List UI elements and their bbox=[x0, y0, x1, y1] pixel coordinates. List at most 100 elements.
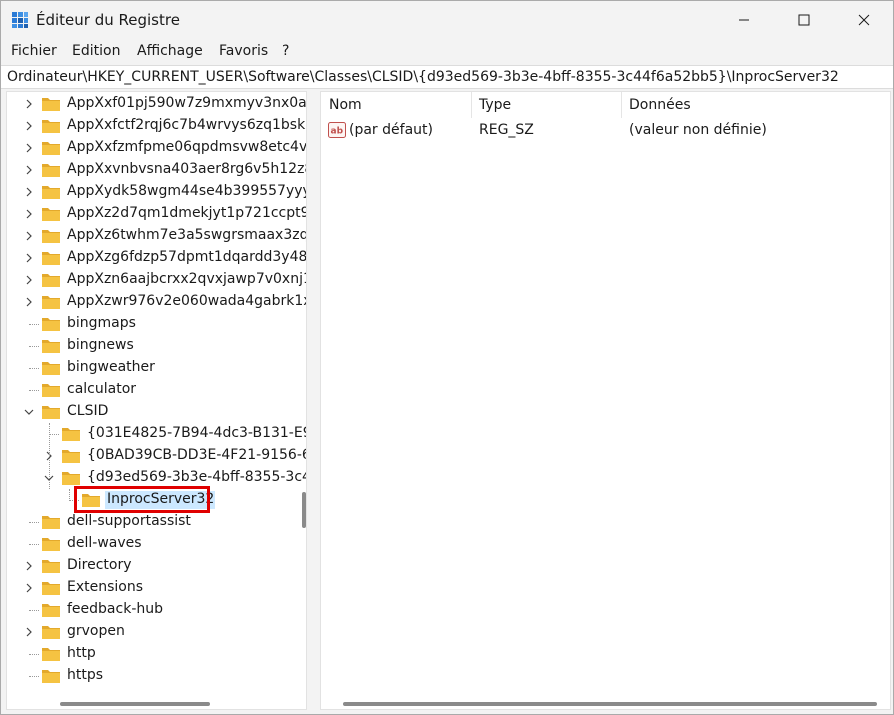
chevron-right-icon[interactable] bbox=[23, 164, 35, 176]
tree-item[interactable]: AppXzg6fdzp57dpmt1dqardd3y48 bbox=[7, 247, 306, 269]
tree-item[interactable]: AppXxf01pj590w7z9mxmyv3nx0a9 bbox=[7, 93, 306, 115]
tree-item[interactable]: Extensions bbox=[7, 577, 297, 599]
key-tree-pane[interactable]: AppXxf01pj590w7z9mxmyv3nx0a9 AppXxfctf2rq… bbox=[6, 91, 307, 710]
tree-item[interactable]: calculator bbox=[7, 379, 297, 401]
folder-icon bbox=[42, 186, 60, 199]
tree-item[interactable]: CLSID bbox=[7, 401, 297, 423]
column-header-type-label: Type bbox=[479, 97, 512, 113]
folder-icon bbox=[42, 164, 60, 177]
chevron-right-icon[interactable] bbox=[23, 582, 35, 594]
tree-item[interactable]: AppXzn6aajbcrxx2qvxjawp7v0xnj1 bbox=[7, 269, 306, 291]
tree-item-label: AppXzn6aajbcrxx2qvxjawp7v0xnj1 bbox=[67, 271, 307, 287]
tree-item[interactable]: AppXxvnbvsna403aer8rg6v5h12z8 bbox=[7, 159, 306, 181]
chevron-right-icon[interactable] bbox=[23, 274, 35, 286]
window-title: Éditeur du Registre bbox=[36, 11, 180, 29]
tree-connector bbox=[29, 346, 39, 347]
tree-item[interactable]: {0BAD39CB-DD3E-4F21-9156-6 bbox=[7, 445, 306, 467]
address-bar[interactable]: Ordinateur\HKEY_CURRENT_USER\Software\Cl… bbox=[1, 65, 893, 89]
tree-item-label: Extensions bbox=[67, 579, 144, 595]
tree-item-label: {0BAD39CB-DD3E-4F21-9156-6 bbox=[87, 447, 307, 463]
tree-item[interactable]: AppXxfctf2rqj6c7b4wrvys6zq1bskp bbox=[7, 115, 306, 137]
menu-affichage[interactable]: Affichage bbox=[137, 43, 203, 59]
tree-item[interactable]: feedback-hub bbox=[7, 599, 297, 621]
chevron-down-icon[interactable] bbox=[23, 406, 35, 418]
tree-item-label: AppXzwr976v2e060wada4gabrk1x bbox=[67, 293, 307, 309]
tree-connector bbox=[29, 368, 39, 369]
tree-item[interactable]: bingweather bbox=[7, 357, 297, 379]
folder-icon bbox=[42, 98, 60, 111]
tree-connector bbox=[69, 489, 70, 501]
tree-item[interactable]: bingnews bbox=[7, 335, 297, 357]
minimize-button[interactable] bbox=[721, 1, 767, 39]
chevron-right-icon[interactable] bbox=[23, 626, 35, 638]
tree-connector bbox=[29, 676, 39, 677]
tree-item[interactable]: AppXydk58wgm44se4b399557yyyj bbox=[7, 181, 306, 203]
selected-key-highlight bbox=[74, 486, 210, 513]
tree-connector bbox=[29, 324, 39, 325]
menu-favoris[interactable]: Favoris bbox=[219, 43, 268, 59]
tree-item[interactable]: grvopen bbox=[7, 621, 297, 643]
folder-icon bbox=[42, 340, 60, 353]
tree-horizontal-scrollbar[interactable] bbox=[60, 702, 210, 706]
tree-item[interactable]: dell-waves bbox=[7, 533, 297, 555]
folder-icon bbox=[42, 604, 60, 617]
tree-connector bbox=[29, 610, 39, 611]
chevron-right-icon[interactable] bbox=[23, 208, 35, 220]
tree-item-label: https bbox=[67, 667, 104, 683]
tree-item-label: AppXzg6fdzp57dpmt1dqardd3y48 bbox=[67, 249, 307, 265]
column-header-data[interactable]: Données bbox=[621, 92, 881, 118]
tree-item-label: AppXz6twhm7e3a5swgrsmaax3zq bbox=[67, 227, 307, 243]
tree-connector bbox=[29, 390, 39, 391]
minimize-icon bbox=[739, 19, 749, 21]
tree-item[interactable]: AppXz6twhm7e3a5swgrsmaax3zq bbox=[7, 225, 306, 247]
folder-icon bbox=[42, 560, 60, 573]
folder-icon bbox=[42, 516, 60, 529]
tree-vertical-scrollbar[interactable] bbox=[302, 492, 306, 528]
chevron-right-icon[interactable] bbox=[23, 98, 35, 110]
chevron-right-icon[interactable] bbox=[23, 252, 35, 264]
tree-item-label: AppXxvnbvsna403aer8rg6v5h12z8 bbox=[67, 161, 307, 177]
tree-item-label: bingweather bbox=[67, 359, 155, 375]
chevron-right-icon[interactable] bbox=[23, 296, 35, 308]
folder-icon bbox=[42, 252, 60, 265]
folder-icon bbox=[42, 318, 60, 331]
tree-connector bbox=[29, 522, 39, 523]
close-icon bbox=[858, 14, 870, 26]
menu-fichier[interactable]: Fichier bbox=[11, 43, 57, 59]
tree-item-label: feedback-hub bbox=[67, 601, 163, 617]
tree-item[interactable]: dell-supportassist bbox=[7, 511, 297, 533]
chevron-right-icon[interactable] bbox=[23, 230, 35, 242]
tree-item[interactable]: http bbox=[7, 643, 297, 665]
folder-icon bbox=[42, 538, 60, 551]
values-list-pane[interactable]: Nom Type Données ab (par défaut) REG_SZ … bbox=[320, 91, 891, 710]
folder-icon bbox=[42, 670, 60, 683]
tree-item[interactable]: https bbox=[7, 665, 297, 687]
chevron-right-icon[interactable] bbox=[23, 186, 35, 198]
tree-connector bbox=[29, 544, 39, 545]
maximize-button[interactable] bbox=[781, 1, 827, 39]
registry-editor-window: Éditeur du Registre Fichier Edition Affi… bbox=[0, 0, 894, 715]
column-header-name[interactable]: Nom bbox=[321, 92, 471, 118]
folder-icon bbox=[42, 362, 60, 375]
folder-icon bbox=[42, 274, 60, 287]
folder-icon bbox=[42, 626, 60, 639]
list-horizontal-scrollbar[interactable] bbox=[343, 702, 877, 706]
tree-item-label: CLSID bbox=[67, 403, 109, 419]
folder-icon bbox=[42, 582, 60, 595]
tree-item[interactable]: AppXxfzmfpme06qpdmsvw8etc4v bbox=[7, 137, 306, 159]
tree-item[interactable]: Directory bbox=[7, 555, 297, 577]
menu-help[interactable]: ? bbox=[282, 43, 289, 59]
tree-item[interactable]: AppXzwr976v2e060wada4gabrk1x bbox=[7, 291, 306, 313]
address-path[interactable]: Ordinateur\HKEY_CURRENT_USER\Software\Cl… bbox=[7, 69, 839, 85]
menu-edition[interactable]: Edition bbox=[72, 43, 120, 59]
chevron-right-icon[interactable] bbox=[23, 142, 35, 154]
tree-item[interactable]: {031E4825-7B94-4dc3-B131-E9 bbox=[7, 423, 306, 445]
tree-item[interactable]: bingmaps bbox=[7, 313, 297, 335]
close-button[interactable] bbox=[841, 1, 887, 39]
tree-connector bbox=[49, 434, 59, 435]
column-header-type[interactable]: Type bbox=[471, 92, 621, 118]
tree-item-label: AppXxfzmfpme06qpdmsvw8etc4v bbox=[67, 139, 307, 155]
chevron-right-icon[interactable] bbox=[23, 120, 35, 132]
chevron-right-icon[interactable] bbox=[23, 560, 35, 572]
tree-item[interactable]: AppXz2d7qm1dmekjyt1p721ccpt9 bbox=[7, 203, 306, 225]
